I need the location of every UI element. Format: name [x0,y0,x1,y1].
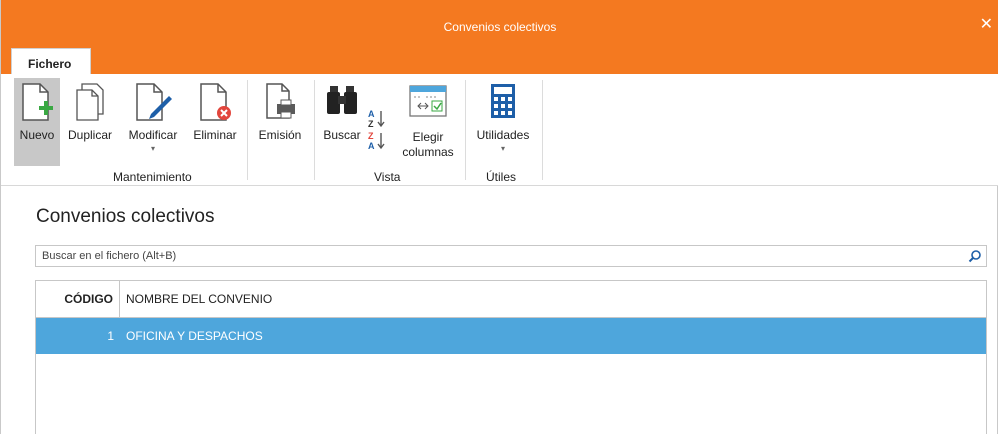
search-input[interactable]: Buscar en el fichero (Alt+B) [35,245,987,267]
svg-text:A: A [368,141,375,151]
utilidades-dropdown-icon: ▾ [500,144,505,153]
buscar-button[interactable]: Buscar [319,78,365,166]
column-header-nombre[interactable]: NOMBRE DEL CONVENIO [126,292,272,306]
svg-text:A: A [368,109,375,119]
duplicar-button[interactable]: Duplicar [61,78,119,166]
utilidades-label: Utilidades [476,128,530,142]
cell-codigo: 1 [107,329,114,343]
table-row[interactable]: 1 OFICINA Y DESPACHOS [36,318,986,354]
emision-label: Emisión [258,128,302,142]
window-title: Convenios colectivos [443,20,557,34]
group-label-utiles: Útiles [486,170,517,184]
choose-columns-icon [409,85,447,117]
search-icon[interactable] [968,249,982,263]
svg-text:Z: Z [368,119,374,129]
emision-button[interactable]: Emisión [251,78,309,166]
ribbon-separator [247,80,248,180]
binoculars-icon [327,86,357,114]
eliminar-label: Eliminar [193,128,237,142]
ribbon-separator [314,80,315,180]
grid-header: CÓDIGO NOMBRE DEL CONVENIO [36,281,986,318]
modificar-label: Modificar [128,128,178,142]
ribbon-tab-strip [1,48,998,74]
elegir-columnas-button[interactable]: Elegir columnas [397,78,459,166]
cell-nombre: OFICINA Y DESPACHOS [126,329,263,343]
nuevo-button[interactable]: Nuevo [14,78,60,166]
data-grid: CÓDIGO NOMBRE DEL CONVENIO 1 OFICINA Y D… [35,280,987,434]
group-label-mantenimiento: Mantenimiento [113,170,192,184]
ribbon-separator [465,80,466,180]
eliminar-button[interactable]: Eliminar [187,78,243,166]
app-window: Convenios colectivos ✕ Fichero Nuevo Dup… [0,0,998,434]
sort-za-icon[interactable]: Z A [367,130,387,152]
new-document-icon [22,83,53,121]
printer-document-icon [266,83,295,119]
page-title: Convenios colectivos [36,206,215,227]
delete-document-icon [200,83,231,121]
edit-document-icon [136,83,172,121]
modificar-button[interactable]: Modificar ▾ [121,78,185,166]
tab-fichero-label: Fichero [28,57,72,71]
duplicate-icon [76,83,104,121]
group-label-vista: Vista [374,170,401,184]
nuevo-label: Nuevo [19,128,55,142]
elegir-columnas-label: Elegir columnas [397,130,459,160]
close-icon[interactable]: ✕ [980,14,993,34]
modificar-dropdown-icon: ▾ [150,144,155,153]
search-placeholder: Buscar en el fichero (Alt+B) [42,250,177,262]
sort-az-icon[interactable]: A Z [367,108,387,130]
utilidades-button[interactable]: Utilidades ▾ [469,78,537,166]
calculator-icon [491,84,515,118]
svg-text:Z: Z [368,131,374,141]
ribbon-separator [542,80,543,180]
title-bar: Convenios colectivos ✕ [1,0,998,48]
buscar-label: Buscar [323,128,361,142]
elegir-label-line2: columnas [402,145,454,159]
elegir-label-line1: Elegir [412,130,444,144]
column-header-codigo[interactable]: CÓDIGO [36,281,120,318]
duplicar-label: Duplicar [67,128,112,142]
